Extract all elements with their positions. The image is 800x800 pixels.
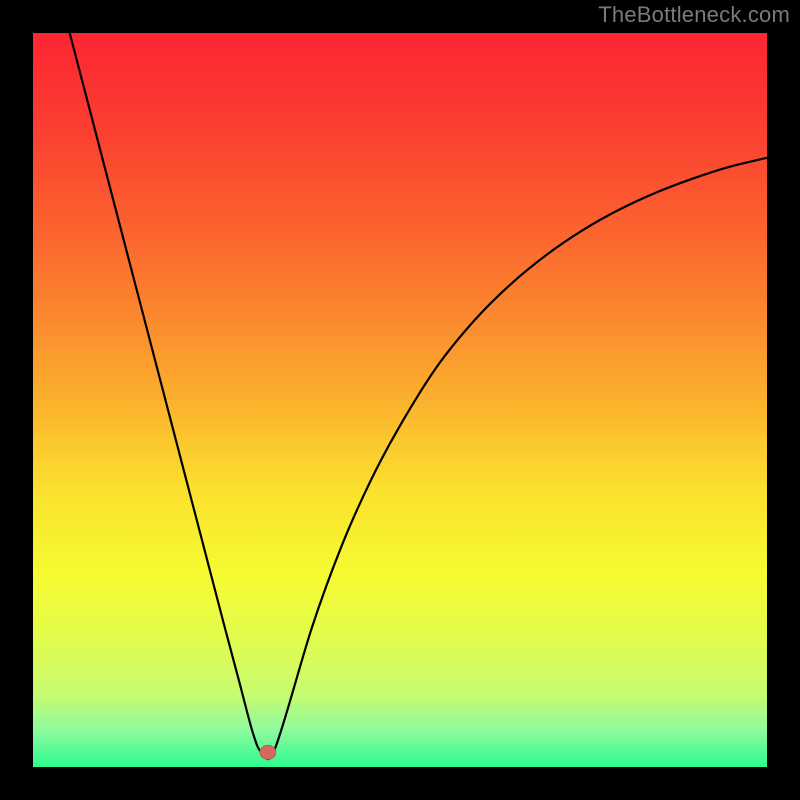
bottleneck-chart: [33, 33, 767, 767]
optimal-point-marker: [260, 745, 276, 759]
plot-background: [33, 33, 767, 767]
chart-frame: TheBottleneck.com: [0, 0, 800, 800]
watermark-text: TheBottleneck.com: [598, 2, 790, 28]
